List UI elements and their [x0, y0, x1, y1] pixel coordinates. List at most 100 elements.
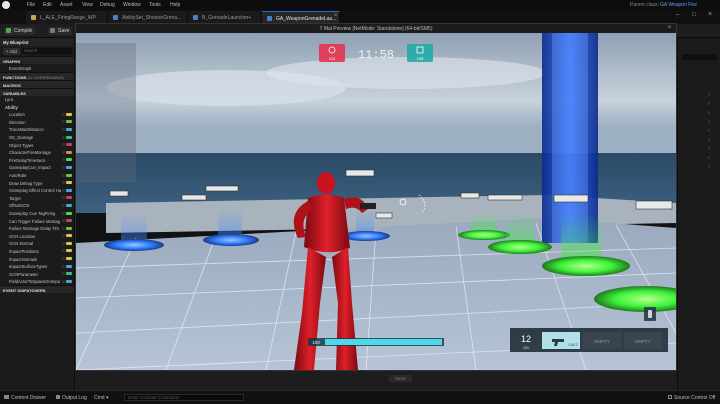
visibility-eye-icon[interactable]	[62, 264, 65, 268]
visibility-eye-icon[interactable]	[62, 211, 65, 215]
variable-item[interactable]: Object Types	[0, 141, 74, 149]
visibility-eye-icon[interactable]	[62, 241, 65, 245]
menu-asset[interactable]: Asset	[60, 2, 73, 8]
menu-edit[interactable]: Edit	[43, 2, 52, 8]
expander-arrow-icon[interactable]: ›	[708, 128, 710, 134]
maximize-icon[interactable]: □	[692, 12, 696, 18]
variable-item[interactable]: ImpactNormals	[0, 255, 74, 263]
page-indicator[interactable]: PAGE	[389, 375, 412, 382]
save-button[interactable]: Save	[48, 27, 73, 35]
visibility-eye-icon[interactable]	[62, 219, 65, 223]
menu-view[interactable]: View	[82, 2, 93, 8]
cmd-dropdown[interactable]: Cmd ▾	[94, 395, 108, 401]
search-input[interactable]: Search	[22, 48, 72, 54]
visibility-eye-icon[interactable]	[62, 279, 65, 283]
event-graph-item[interactable]: EventGraph	[0, 64, 74, 72]
visibility-eye-icon[interactable]	[62, 135, 65, 139]
expander-arrow-icon[interactable]: ›	[708, 110, 710, 116]
menu-help[interactable]: Help	[170, 2, 180, 8]
variable-item[interactable]: OffsetGCN	[0, 202, 74, 210]
game-scene[interactable]: 115 11:58 105 100 12 400 GA 2 EMPTY EMPT…	[76, 33, 676, 370]
variable-group-ability[interactable]: Ability	[0, 103, 74, 111]
menu-window[interactable]: Window	[123, 2, 141, 8]
visibility-eye-icon[interactable]	[62, 249, 65, 253]
cmd-label: Cmd	[94, 395, 105, 401]
visibility-eye-icon[interactable]	[62, 234, 65, 238]
visibility-eye-icon[interactable]	[62, 226, 65, 230]
compile-button[interactable]: Compile	[4, 27, 36, 35]
functions-section[interactable]: FUNCTIONS (11 OVERRIDABLE)	[0, 71, 74, 80]
close-viewport-icon[interactable]: ×	[666, 25, 673, 32]
unreal-logo-icon[interactable]	[2, 1, 10, 9]
visibility-eye-icon[interactable]	[62, 173, 65, 177]
variable-item[interactable]: TraceMaxDistance	[0, 126, 74, 134]
variable-item[interactable]: GCN Location	[0, 232, 74, 240]
variable-item[interactable]: FieldActorToSpawnOnImpa	[0, 278, 74, 286]
expander-arrow-icon[interactable]: ›	[708, 164, 710, 170]
visibility-eye-icon[interactable]	[62, 257, 65, 261]
visibility-eye-icon[interactable]	[62, 158, 65, 162]
visibility-eye-icon[interactable]	[62, 181, 65, 185]
visibility-eye-icon[interactable]	[62, 196, 65, 200]
variable-group-lyra[interactable]: Lyra	[0, 96, 74, 104]
details-search-input[interactable]	[682, 54, 717, 60]
variable-label: Location	[9, 112, 25, 118]
visibility-eye-icon[interactable]	[62, 112, 65, 116]
menu-file[interactable]: File	[27, 2, 35, 8]
add-button[interactable]: + Add	[3, 48, 20, 55]
visibility-eye-icon[interactable]	[62, 203, 65, 207]
close-tab-icon[interactable]: ×	[334, 13, 338, 19]
variable-item[interactable]: GameplayCue_Impact	[0, 164, 74, 172]
expander-arrow-icon[interactable]: ›	[708, 155, 710, 161]
variable-item[interactable]: GCNParameter	[0, 270, 74, 278]
minimize-icon[interactable]: –	[676, 12, 679, 18]
variable-item[interactable]: Location	[0, 111, 74, 119]
variable-item[interactable]: Draw Debug Type	[0, 179, 74, 187]
weapon-pickup	[375, 212, 393, 219]
status-bar: Content Drawer Output Log Cmd ▾ Enter Co…	[0, 390, 720, 404]
variable-item[interactable]: ImpactSurfaceTypes	[0, 263, 74, 271]
variable-item[interactable]: GE_Damage	[0, 134, 74, 142]
macros-section[interactable]: MACROS	[0, 79, 74, 88]
variable-type-pin-icon	[66, 226, 72, 230]
save-icon	[50, 28, 55, 33]
event-dispatchers-section[interactable]: EVENT DISPATCHERS	[0, 285, 74, 294]
visibility-eye-icon[interactable]	[62, 165, 65, 169]
expander-arrow-icon[interactable]: ›	[708, 92, 710, 98]
variables-section[interactable]: VARIABLES	[0, 87, 74, 96]
expander-arrow-icon[interactable]: ›	[708, 137, 710, 143]
visibility-eye-icon[interactable]	[62, 143, 65, 147]
visibility-eye-icon[interactable]	[62, 127, 65, 131]
content-drawer-button[interactable]: Content Drawer	[4, 395, 46, 401]
variable-label: GCN Location	[9, 233, 36, 239]
visibility-eye-icon[interactable]	[62, 150, 65, 154]
variable-item[interactable]: GCN Normal	[0, 240, 74, 248]
parent-class-value[interactable]: GA Weapon Fire	[660, 2, 697, 8]
visibility-eye-icon[interactable]	[62, 188, 65, 192]
viewport-title-bar: T Mal Preview [NetMode: Standalone] (64-…	[76, 24, 676, 33]
variable-item[interactable]: Direction	[0, 118, 74, 126]
variable-item[interactable]: AutoRate	[0, 172, 74, 180]
menu-debug[interactable]: Debug	[100, 2, 115, 8]
variable-item[interactable]: FireDelayTimeSecs	[0, 156, 74, 164]
expander-arrow-icon[interactable]: ›	[708, 119, 710, 125]
variable-item[interactable]: Target	[0, 194, 74, 202]
variable-type-pin-icon	[66, 112, 72, 116]
variable-item[interactable]: ImpactPositions	[0, 247, 74, 255]
output-log-button[interactable]: Output Log	[56, 395, 87, 401]
menu-tools[interactable]: Tools	[149, 2, 161, 8]
visibility-eye-icon[interactable]	[62, 120, 65, 124]
visibility-eye-icon[interactable]	[62, 272, 65, 276]
console-command-input[interactable]: Enter Console Command	[124, 394, 244, 401]
expander-arrow-icon[interactable]: ›	[708, 146, 710, 152]
variable-item[interactable]: Gameplay Effect Control Ha	[0, 187, 74, 195]
close-window-icon[interactable]: ×	[708, 11, 712, 18]
graphs-section[interactable]: GRAPHS	[0, 56, 74, 64]
expander-arrow-icon[interactable]: ›	[708, 101, 710, 107]
variable-item[interactable]: Gameplay Cue TagFiring	[0, 210, 74, 218]
variable-item[interactable]: Failure Montage Delay Tim	[0, 225, 74, 233]
source-control-button[interactable]: Source Control Off	[668, 395, 715, 401]
variable-item[interactable]: CharacterFireMontage	[0, 149, 74, 157]
event-graph-label: EventGraph	[9, 65, 32, 71]
variable-item[interactable]: Can Trigger Failure Montag	[0, 217, 74, 225]
